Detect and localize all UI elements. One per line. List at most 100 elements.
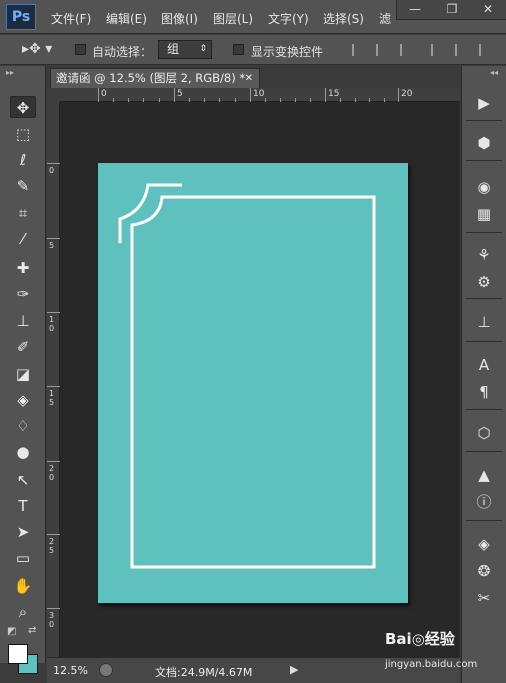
align-bottom-icon[interactable] — [400, 44, 414, 56]
clone-stamp-tool-icon[interactable]: ⊥ — [10, 310, 36, 332]
status-menu-arrow-icon[interactable]: ▶ — [290, 663, 298, 676]
show-transform-label: 显示变换控件 — [251, 45, 324, 59]
watermark-url: jingyan.baidu.com — [385, 659, 478, 670]
expand-panels-icon[interactable]: ◂◂ — [490, 68, 498, 77]
dock-divider — [466, 341, 502, 342]
eyedropper-tool-icon[interactable]: ⁄ — [10, 228, 36, 250]
paths-panel-icon[interactable]: ✂ — [472, 587, 496, 609]
document-tab[interactable]: 邀请函 @ 12.5% (图层 2, RGB/8) * ✕ — [50, 68, 260, 88]
dock-divider — [466, 120, 502, 121]
document-tabs: 邀请函 @ 12.5% (图层 2, RGB/8) * ✕ — [47, 66, 462, 88]
menu-bar: Ps 文件(F) 编辑(E) 图像(I) 图层(L) 文字(Y) 选择(S) 滤… — [0, 0, 506, 34]
type-tool-icon[interactable]: T — [10, 495, 36, 517]
eraser-tool-icon[interactable]: ◪ — [10, 363, 36, 385]
rectangle-tool-icon[interactable]: ▭ — [10, 547, 36, 569]
dock-divider — [466, 451, 502, 452]
align-right-icon[interactable] — [479, 44, 493, 56]
chevron-updown-icon: ⇕ — [199, 44, 207, 54]
histogram-icon[interactable]: ▲ — [472, 464, 496, 486]
move-tool-preset-icon[interactable]: ▸✥ ▾ — [22, 41, 52, 57]
restore-button[interactable]: ❐ — [434, 0, 470, 19]
blur-tool-icon[interactable]: ♢ — [10, 415, 36, 437]
swap-colors-icon[interactable]: ⇄ — [28, 625, 36, 636]
brush-tool-icon[interactable]: ✑ — [10, 283, 36, 305]
frame-border — [130, 195, 376, 569]
quick-select-tool-icon[interactable]: ✎ — [10, 175, 36, 197]
dock-divider — [466, 298, 502, 299]
document-canvas[interactable] — [98, 163, 408, 603]
healing-brush-tool-icon[interactable]: ✚ — [10, 257, 36, 279]
paint-bucket-tool-icon[interactable]: ◈ — [10, 389, 36, 411]
align-left-icon[interactable] — [431, 44, 445, 56]
3d-panel-icon[interactable]: ⬡ — [472, 422, 496, 444]
ruler-top-label: 15 — [328, 89, 340, 99]
pasteboard[interactable] — [60, 102, 460, 657]
document-size: 文档:24.9M/4.67M — [155, 666, 253, 679]
ruler-ticks-left — [47, 163, 60, 609]
path-select-tool-icon[interactable]: ➤ — [10, 521, 36, 543]
ruler-left-label: 2 5 — [49, 537, 55, 555]
hand-tool-icon[interactable]: ✋ — [10, 575, 36, 597]
character-panel-icon[interactable]: A — [472, 354, 496, 376]
tools-panel: ▸▸ ✥ ⬚ ℓ ✎ ⌗ ⁄ ✚ ✑ ⊥ ✐ ◪ ◈ ♢ ● ↖ T ➤ ▭ ✋… — [0, 66, 46, 674]
3d-object-icon[interactable]: ⬢ — [472, 132, 496, 154]
crop-tool-icon[interactable]: ⌗ — [10, 202, 36, 224]
ruler-left-label: 3 0 — [49, 611, 55, 629]
zoom-level[interactable]: 12.5% — [53, 664, 88, 677]
vertical-ruler: 0 5 1 0 1 5 2 0 2 5 3 0 — [47, 102, 60, 657]
pen-tool-icon[interactable]: ↖ — [10, 469, 36, 491]
paragraph-panel-icon[interactable]: ¶ — [472, 381, 496, 403]
lasso-tool-icon[interactable]: ℓ — [10, 149, 36, 171]
info-panel-icon[interactable]: ⓘ — [472, 491, 496, 513]
auto-select-dropdown[interactable]: 组 ⇕ — [158, 40, 212, 59]
dock-divider — [466, 520, 502, 521]
play-actions-icon[interactable]: ▶ — [472, 92, 496, 114]
dodge-tool-icon[interactable]: ● — [10, 441, 36, 463]
ruler-left-label: 1 0 — [49, 315, 55, 333]
auto-select-checkbox[interactable] — [75, 44, 86, 55]
minimize-button[interactable]: — — [397, 0, 433, 19]
ruler-origin[interactable] — [47, 88, 60, 102]
brush-settings-icon[interactable]: ⚙ — [472, 271, 496, 293]
ruler-left-label: 0 — [49, 166, 55, 175]
auto-select-value: 组 — [167, 42, 180, 56]
menu-filter[interactable]: 滤 — [379, 10, 391, 27]
ruler-left-label: 2 0 — [49, 464, 55, 482]
menu-select[interactable]: 选择(S) — [323, 10, 364, 27]
move-tool-icon[interactable]: ✥ — [10, 96, 36, 118]
color-palette-icon[interactable]: ◉ — [472, 176, 496, 198]
dock-divider — [466, 160, 502, 161]
swatches-grid-icon[interactable]: ▦ — [472, 203, 496, 225]
zoom-tool-icon[interactable]: ⌕ — [10, 601, 36, 623]
show-transform-checkbox[interactable] — [233, 44, 244, 55]
menu-file[interactable]: 文件(F) — [51, 10, 91, 27]
align-top-icon[interactable] — [352, 44, 366, 56]
ruler-left-label: 5 — [49, 241, 55, 250]
history-brush-tool-icon[interactable]: ✐ — [10, 336, 36, 358]
menu-image[interactable]: 图像(I) — [161, 10, 198, 27]
panel-dock: ◂◂ ▶ ⬢ ◉ ▦ ⚘ ⚙ ⊥ A ¶ ⬡ ▲ ⓘ ◈ ❂ ✂ — [461, 66, 506, 683]
align-hcenter-icon[interactable] — [455, 44, 469, 56]
doc-info-icon[interactable] — [99, 663, 113, 677]
marquee-tool-icon[interactable]: ⬚ — [10, 123, 36, 145]
collapse-icon[interactable]: ▸▸ — [6, 68, 14, 77]
channels-panel-icon[interactable]: ❂ — [472, 560, 496, 582]
brush-presets-icon[interactable]: ⚘ — [472, 244, 496, 266]
foreground-color-swatch[interactable] — [8, 644, 28, 664]
menu-edit[interactable]: 编辑(E) — [106, 10, 147, 27]
watermark-logo: Bai◎经验 — [385, 630, 455, 648]
close-window-button[interactable]: ✕ — [470, 0, 506, 19]
close-tab-icon[interactable]: ✕ — [245, 69, 253, 88]
ruler-top-label: 0 — [101, 89, 107, 99]
photoshop-window: Ps 文件(F) 编辑(E) 图像(I) 图层(L) 文字(Y) 选择(S) 滤… — [0, 0, 506, 683]
menu-type[interactable]: 文字(Y) — [268, 10, 309, 27]
menu-layer[interactable]: 图层(L) — [213, 10, 253, 27]
default-colors-icon[interactable]: ◩ — [7, 626, 16, 637]
ruler-top-label: 10 — [253, 89, 265, 99]
options-bar: ▸✥ ▾ 自动选择： 组 ⇕ 显示变换控件 — [0, 35, 506, 65]
align-vcenter-icon[interactable] — [376, 44, 390, 56]
clone-source-icon[interactable]: ⊥ — [472, 311, 496, 333]
layers-panel-icon[interactable]: ◈ — [472, 533, 496, 555]
horizontal-ruler: 0 5 10 15 20 — [60, 88, 460, 102]
ruler-top-label: 5 — [177, 89, 183, 99]
